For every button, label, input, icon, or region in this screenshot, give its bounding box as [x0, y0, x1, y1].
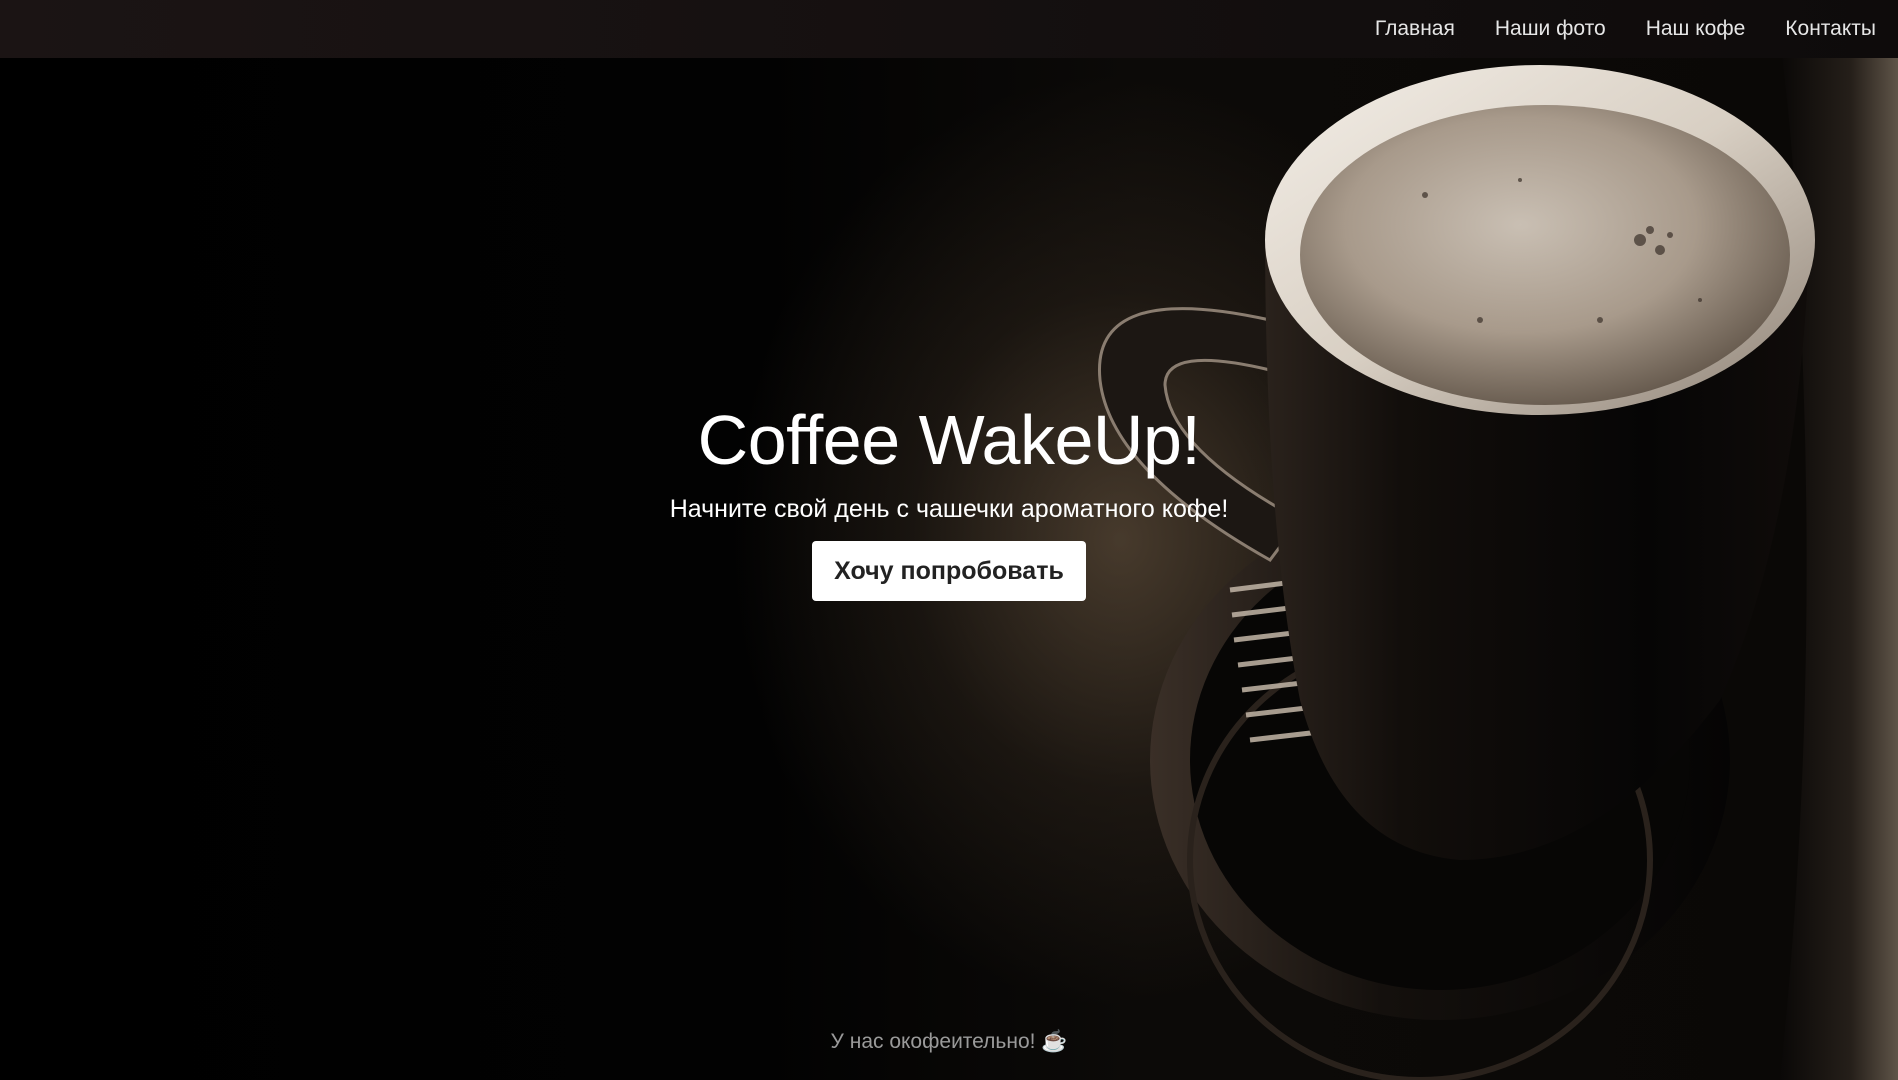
- try-coffee-button[interactable]: Хочу попробовать: [812, 541, 1086, 601]
- nav-link-home[interactable]: Главная: [1375, 17, 1455, 41]
- hero-title: Coffee WakeUp!: [697, 401, 1201, 479]
- nav-link-contacts[interactable]: Контакты: [1785, 17, 1876, 41]
- top-navbar: Главная Наши фото Наш кофе Контакты: [0, 0, 1898, 58]
- nav-links: Главная Наши фото Наш кофе Контакты: [1375, 0, 1876, 58]
- nav-link-our-coffee[interactable]: Наш кофе: [1646, 17, 1746, 41]
- page: Главная Наши фото Наш кофе Контакты Coff…: [0, 0, 1898, 1080]
- footer-note: У нас окофеительно! ☕: [830, 1030, 1068, 1053]
- hero-subtitle: Начните свой день с чашечки ароматного к…: [669, 495, 1229, 523]
- hero-section: Coffee WakeUp! Начните свой день с чашеч…: [0, 395, 1898, 601]
- nav-link-photos[interactable]: Наши фото: [1495, 17, 1606, 41]
